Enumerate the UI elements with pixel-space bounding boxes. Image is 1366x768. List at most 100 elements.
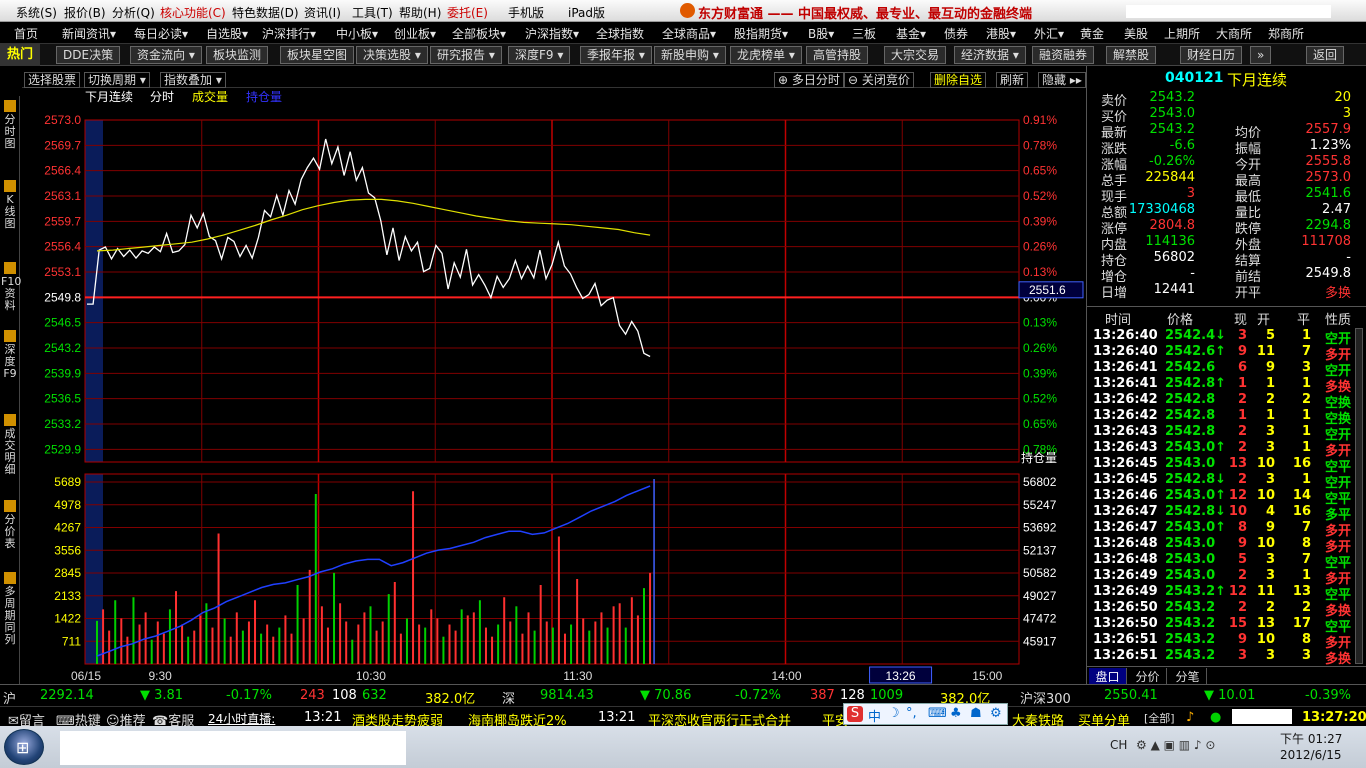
sh-index-value[interactable]: 2292.14 [40,688,94,703]
function-button-11[interactable]: 大宗交易 [884,46,947,64]
trade-row: 13:26:45 2543.0 13 10 16 空平 [1087,456,1351,475]
ime-mode[interactable]: 中 [868,706,881,725]
punctuation-icon[interactable]: °, [906,706,917,721]
taskbar-time[interactable]: 下午 01:27 [1280,730,1342,747]
function-button-0[interactable]: DDE决策 [56,46,121,64]
function-button-5[interactable]: 研究报告 ▾ [430,46,502,64]
delete-favorite-button[interactable]: 删除自选 [930,72,987,88]
nav-item-17[interactable]: 外汇▾ [1034,25,1064,42]
nav-item-11[interactable]: 股指期货▾ [734,25,788,42]
shirt-icon[interactable]: ☗ [970,706,982,721]
sidebar-item-0[interactable]: 分时图 [1,100,19,150]
sz-index-value[interactable]: 9814.43 [540,688,594,703]
switch-period-button[interactable]: 切换周期 ▾ [84,72,150,88]
nav-item-0[interactable]: 首页 [14,25,38,42]
all-news-link[interactable]: [全部] [1144,710,1175,726]
menu-tools[interactable]: 工具(T) [352,4,393,21]
nav-item-20[interactable]: 上期所 [1164,25,1200,42]
speaker-icon[interactable]: ♪ [1186,710,1194,725]
quote-value: 17330468 [1128,202,1195,217]
nav-item-21[interactable]: 大商所 [1216,25,1252,42]
nav-item-19[interactable]: 美股 [1124,25,1148,42]
menu-analysis[interactable]: 分析(Q) [112,4,155,21]
quote-tab-1[interactable]: 分价 [1129,668,1167,684]
function-button-3[interactable]: 板块星空图 [280,46,355,64]
hot-tab[interactable]: 热门 [0,44,40,66]
ime-toolbar[interactable]: S 中 ☽ °, ⌨ ♣ ☗ ⚙ [843,703,1008,725]
menu-quote[interactable]: 报价(B) [64,4,106,21]
tray-icons[interactable]: ⚙ ▲ ▣ ▥ ♪ ⊙ [1136,738,1215,752]
language-indicator[interactable]: CH [1110,738,1127,752]
nav-item-7[interactable]: 全部板块▾ [452,25,506,42]
nav-item-15[interactable]: 债券 [944,25,968,42]
nav-item-14[interactable]: 基金▾ [896,25,926,42]
nav-item-1[interactable]: 新闻资讯▾ [62,25,116,42]
select-stock-button[interactable]: 选择股票 [24,72,81,88]
start-button[interactable]: ⊞ [4,729,44,765]
function-button-14[interactable]: 解禁股 [1106,46,1157,64]
hs300-value[interactable]: 2550.41 [1104,688,1158,703]
taskbar-app-window[interactable] [60,731,406,765]
nav-item-4[interactable]: 沪深排行▾ [262,25,316,42]
quote-tab-2[interactable]: 分笔 [1169,668,1207,684]
trade-price: 2543.2 [1165,632,1216,647]
sidebar-item-2[interactable]: F10资料 [1,262,21,312]
index-overlay-button[interactable]: 指数叠加 ▾ [160,72,226,88]
ticker-input[interactable] [1232,709,1292,724]
hide-button[interactable]: 隐藏 ▸▸ [1038,72,1086,88]
function-button-2[interactable]: 板块监测 [206,46,269,64]
sidebar-item-1[interactable]: K线图 [1,180,19,230]
refresh-button[interactable]: 刷新 [996,72,1029,88]
nav-item-22[interactable]: 郑商所 [1268,25,1304,42]
nav-item-8[interactable]: 沪深指数▾ [525,25,579,42]
nav-item-6[interactable]: 创业板▾ [394,25,436,42]
news-time-1: 13:21 [304,710,342,725]
menu-help[interactable]: 帮助(H) [399,4,441,21]
nav-item-5[interactable]: 中小板▾ [336,25,378,42]
live-24h-label[interactable]: 24小时直播: [208,710,275,727]
function-button-7[interactable]: 季报年报 ▾ [580,46,652,64]
intraday-chart[interactable]: 2573.0 0.91% 2569.7 0.78% 2566.4 0.65% 2563.1 0… [22,104,1084,684]
nav-item-13[interactable]: 三板 [852,25,876,42]
sidebar-item-6[interactable]: 多周期同列 [1,572,19,646]
search-box[interactable] [1126,5,1331,18]
function-button-4[interactable]: 决策选股 ▾ [356,46,428,64]
function-button-8[interactable]: 新股申购 ▾ [654,46,726,64]
sidebar-item-3[interactable]: 深度F9 [1,330,19,380]
function-button-16[interactable]: » [1250,46,1272,64]
nav-item-9[interactable]: 全球指数 [596,25,644,42]
keyboard-icon[interactable]: ⌨ [928,706,947,721]
moon-icon[interactable]: ☽ [888,706,900,721]
nav-item-18[interactable]: 黄金 [1080,25,1104,42]
nav-item-12[interactable]: B股▾ [808,25,834,42]
trades-scrollbar[interactable] [1355,328,1363,664]
function-button-12[interactable]: 经济数据 ▾ [954,46,1026,64]
nav-item-16[interactable]: 港股▾ [986,25,1016,42]
wrench-icon[interactable]: ⚙ [990,706,1002,721]
function-button-10[interactable]: 高管持股 [806,46,869,64]
nav-item-2[interactable]: 每日必读▾ [134,25,188,42]
menu-core[interactable]: 核心功能(C) [160,4,226,21]
sidebar-item-5[interactable]: 分价表 [1,500,19,550]
menu-system[interactable]: 系统(S) [16,4,57,21]
menu-news[interactable]: 资讯(I) [304,4,341,21]
function-button-6[interactable]: 深度F9 ▾ [508,46,571,64]
function-button-1[interactable]: 资金流向 ▾ [130,46,202,64]
close-bid-button[interactable]: ⊖ 关闭竞价 [844,72,914,88]
sidebar-item-4[interactable]: 成交明细 [1,414,19,476]
skin-icon[interactable]: ♣ [950,706,962,721]
function-button-17[interactable]: 返回 [1306,46,1345,64]
function-button-13[interactable]: 融资融券 [1032,46,1095,64]
ipad-version-link[interactable]: iPad版 [568,4,605,21]
taskbar-date[interactable]: 2012/6/15 [1280,748,1342,762]
menu-order[interactable]: 委托(E) [447,4,488,21]
menu-special-data[interactable]: 特色数据(D) [232,4,299,21]
multiday-button[interactable]: ⊕ 多日分时 [774,72,844,88]
function-button-9[interactable]: 龙虎榜单 ▾ [730,46,802,64]
quote-tab-0[interactable]: 盘口 [1089,668,1127,684]
nav-item-3[interactable]: 自选股▾ [206,25,248,42]
nav-item-10[interactable]: 全球商品▾ [662,25,716,42]
trade-price: 2543.0↑ [1165,520,1227,535]
mobile-version-link[interactable]: 手机版 [508,4,544,21]
function-button-15[interactable]: 财经日历 [1180,46,1243,64]
